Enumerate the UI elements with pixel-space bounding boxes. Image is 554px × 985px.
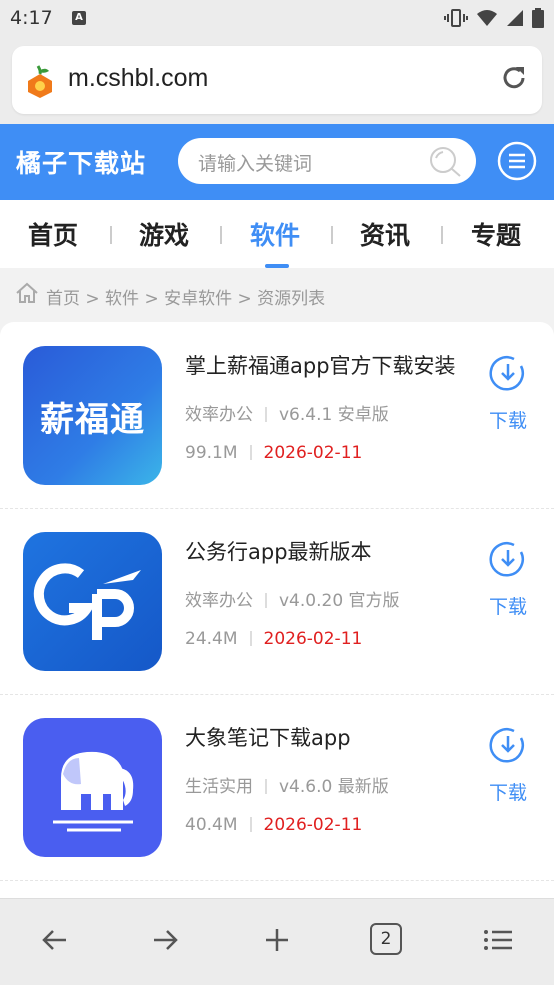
app-icon-elephant-notes[interactable] [23,718,162,857]
reload-icon[interactable] [500,64,528,92]
breadcrumb-text[interactable]: 首页 > 软件 > 安卓软件 > 资源列表 [46,284,325,309]
download-icon [489,356,524,391]
app-version: v4.6.0 最新版 [279,777,389,797]
app-size: 40.4M [185,815,238,835]
accessibility-icon: A [72,11,86,25]
list-item[interactable]: 公务行app最新版本 效率办公 v4.0.20 官方版 24.4M 2026-02-… [0,508,554,695]
browser-bottom-bar: 2 [0,898,554,985]
app-title[interactable]: 公务行app最新版本 [185,536,372,566]
site-header: 橘子下载站 请输入关键词 [0,124,554,200]
tab-divider [220,226,222,244]
menu-icon[interactable] [497,141,537,181]
address-bar[interactable]: m.cshbl.com [12,46,542,114]
app-date: 2026-02-11 [263,443,363,463]
browser-toolbar: m.cshbl.com [0,36,554,124]
home-icon[interactable] [15,282,39,304]
tab-divider [110,226,112,244]
new-tab-plus-icon[interactable] [262,925,292,955]
site-name[interactable]: 橘子下载站 [16,144,146,180]
download-button[interactable]: 下载 [486,354,530,433]
app-icon-gongwuxing[interactable] [23,532,162,671]
app-meta-size-date: 24.4M 2026-02-11 [185,629,362,649]
search-icon[interactable] [428,145,462,177]
download-icon [489,728,524,763]
app-category: 效率办公 [185,405,253,425]
system-icons [444,8,544,28]
back-arrow-icon[interactable] [40,925,70,955]
tab-divider [331,226,333,244]
download-button[interactable]: 下载 [486,726,530,805]
app-date: 2026-02-11 [263,629,363,649]
tab-news[interactable]: 资讯 [360,216,410,252]
search-input[interactable]: 请输入关键词 [178,138,476,184]
app-list: 薪福通 掌上薪福通app官方下载安装 效率办公 v6.4.1 安卓版 99.1M 2… [0,322,554,898]
tab-topics[interactable]: 专题 [471,216,521,252]
app-title[interactable]: 掌上薪福通app官方下载安装 [185,350,456,380]
battery-icon [532,8,544,28]
elephant-icon [53,751,134,832]
app-category: 生活实用 [185,777,253,797]
url-text: m.cshbl.com [68,64,209,92]
app-category: 效率办公 [185,591,253,611]
download-button[interactable]: 下载 [486,540,530,619]
breadcrumb: 首页 > 软件 > 安卓软件 > 资源列表 [0,268,554,322]
signal-icon [507,10,523,26]
app-icon-graphic [33,563,141,640]
download-label: 下载 [488,596,527,618]
download-label: 下载 [488,410,527,432]
wifi-icon [477,10,497,26]
tab-software[interactable]: 软件 [250,216,300,252]
tabs-count-button[interactable]: 2 [370,923,402,955]
list-item[interactable]: 大象笔记下载app 生活实用 v4.6.0 最新版 40.4M 2026-02-11… [0,694,554,881]
app-title[interactable]: 大象笔记下载app [185,722,351,752]
app-meta-size-date: 99.1M 2026-02-11 [185,443,362,463]
category-nav: 首页 游戏 软件 资讯 专题 [0,200,554,268]
app-size: 24.4M [185,629,238,649]
app-meta: 效率办公 v4.0.20 官方版 [185,586,400,611]
list-item[interactable]: 薪福通 掌上薪福通app官方下载安装 效率办公 v6.4.1 安卓版 99.1M 2… [0,322,554,509]
site-favicon-icon [28,65,52,98]
app-icon-xinfutong[interactable]: 薪福通 [23,346,162,485]
menu-list-icon[interactable] [482,925,514,955]
app-meta-size-date: 40.4M 2026-02-11 [185,815,362,835]
download-icon [489,542,524,577]
tab-divider [441,226,443,244]
search-placeholder: 请输入关键词 [198,153,313,175]
forward-arrow-icon[interactable] [150,925,180,955]
download-label: 下载 [488,782,527,804]
app-meta: 生活实用 v4.6.0 最新版 [185,772,389,797]
status-bar: 4:17 A [0,0,554,36]
app-date: 2026-02-11 [263,815,363,835]
vibrate-icon [444,9,468,27]
app-meta: 效率办公 v6.4.1 安卓版 [185,400,389,425]
status-time: 4:17 [10,7,53,29]
tab-home[interactable]: 首页 [28,216,78,252]
tab-games[interactable]: 游戏 [139,216,189,252]
app-version: v6.4.1 安卓版 [279,405,389,425]
app-icon-label: 薪福通 [40,400,145,440]
app-version: v4.0.20 官方版 [279,591,400,611]
app-size: 99.1M [185,443,238,463]
